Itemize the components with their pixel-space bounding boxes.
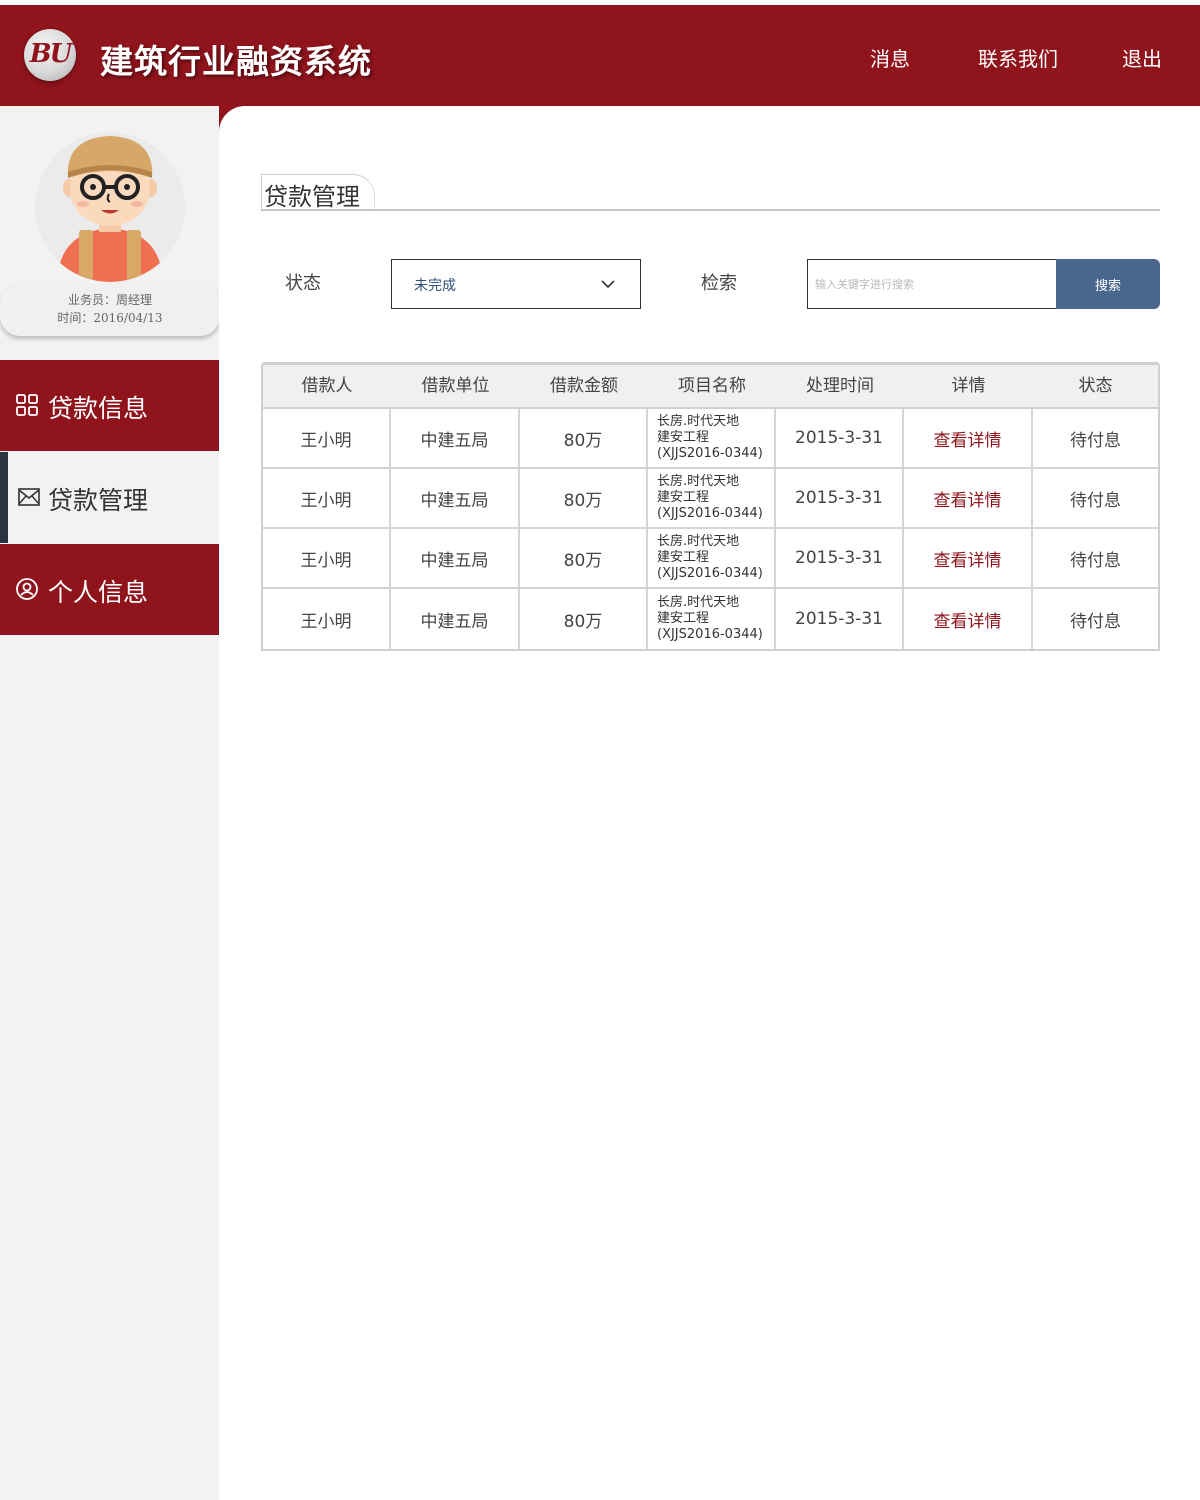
borrower-cell: 王小明 [263,409,391,467]
loan-table: 借款人 借款单位 借款金额 项目名称 处理时间 详情 状态 王小明 中建五局 8… [261,362,1160,651]
amount-cell: 80万 [520,409,648,467]
column-header: 处理时间 [806,376,874,396]
logo: BU [24,29,76,81]
project-cell: 长房.时代天地 建安工程 (XJJS2016-0344) [648,469,776,527]
unit-cell: 中建五局 [391,589,520,649]
status-select[interactable]: 未完成 [391,259,641,309]
project-name-line: 建安工程 [657,550,710,565]
project-code: (XJJS2016-0344) [657,627,763,642]
amount-cell: 80万 [520,529,648,587]
status-filter-label: 状态 [285,273,321,294]
column-header: 项目名称 [678,376,746,396]
page-title-bar: 贷款管理 [261,174,1160,211]
detail-cell: 查看详情 [904,409,1033,467]
project-cell: 长房.时代天地 建安工程 (XJJS2016-0344) [648,529,776,587]
user-info-card: 业务员：周经理 时间：2016/04/13 [0,284,220,336]
column-header: 借款人 [301,376,353,396]
sidebar-item-loan-info[interactable]: 贷款信息 [0,360,219,451]
app-title: 建筑行业融资系统 [100,42,372,81]
amount-cell: 80万 [520,589,648,649]
table-row: 王小明 中建五局 80万 长房.时代天地 建安工程 (XJJS2016-0344… [263,529,1158,589]
view-detail-link[interactable]: 查看详情 [934,486,1002,511]
project-name-line: 建安工程 [657,430,710,445]
detail-cell: 查看详情 [904,589,1033,649]
project-name-line: 长房.时代天地 [657,474,740,489]
grid-icon [16,394,38,416]
detail-cell: 查看详情 [904,469,1033,527]
project-code: (XJJS2016-0344) [657,506,763,521]
column-header: 借款金额 [550,376,618,396]
project-cell: 长房.时代天地 建安工程 (XJJS2016-0344) [648,409,776,467]
time-cell: 2015-3-31 [776,409,904,467]
time-cell: 2015-3-31 [776,589,904,649]
date-label: 时间：2016/04/13 [57,311,163,325]
project-code: (XJJS2016-0344) [657,566,763,581]
sidebar-item-label: 贷款信息 [48,394,149,423]
sidebar-item-loan-management[interactable]: 贷款管理 [0,452,219,543]
project-cell: 长房.时代天地 建安工程 (XJJS2016-0344) [648,589,776,649]
status-select-value: 未完成 [414,278,456,294]
unit-cell: 中建五局 [391,529,520,587]
search-label: 检索 [701,273,737,294]
status-cell: 待付息 [1070,490,1121,511]
status-cell: 待付息 [1070,550,1121,571]
table-row: 王小明 中建五局 80万 长房.时代天地 建安工程 (XJJS2016-0344… [263,469,1158,529]
salesperson-label: 业务员：周经理 [67,293,152,307]
project-name-line: 长房.时代天地 [657,414,740,429]
page-title: 贷款管理 [261,174,375,211]
chevron-down-icon [601,280,615,289]
view-detail-link[interactable]: 查看详情 [934,546,1002,571]
nav-messages-link[interactable]: 消息 [870,43,910,72]
avatar-illustration [57,136,163,282]
detail-cell: 查看详情 [904,529,1033,587]
amount-cell: 80万 [520,469,648,527]
user-icon [16,578,38,600]
project-code: (XJJS2016-0344) [657,446,763,461]
nav-contact-link[interactable]: 联系我们 [978,43,1058,72]
column-header: 状态 [1078,376,1113,396]
column-header: 借款单位 [421,376,490,396]
status-cell: 待付息 [1070,430,1121,451]
unit-cell: 中建五局 [391,469,520,527]
status-cell: 待付息 [1070,611,1121,632]
time-cell: 2015-3-31 [776,469,904,527]
borrower-cell: 王小明 [263,529,391,587]
project-name-line: 长房.时代天地 [657,534,740,549]
unit-cell: 中建五局 [391,409,520,467]
view-detail-link[interactable]: 查看详情 [934,607,1002,632]
main-content: 贷款管理 状态 未完成 检索 搜索 借款人 借款单位 借款金额 项目名称 处理时… [219,106,1200,1500]
view-detail-link[interactable]: 查看详情 [934,426,1002,451]
table-row: 王小明 中建五局 80万 长房.时代天地 建安工程 (XJJS2016-0344… [263,589,1158,649]
search-button[interactable]: 搜索 [1056,259,1160,309]
sidebar-item-label: 个人信息 [48,578,149,607]
avatar [35,132,185,282]
borrower-cell: 王小明 [263,469,391,527]
project-name-line: 建安工程 [657,490,710,505]
sidebar-item-label: 贷款管理 [48,486,149,515]
borrower-cell: 王小明 [263,589,391,649]
search-input[interactable] [807,259,1057,309]
table-row: 王小明 中建五局 80万 长房.时代天地 建安工程 (XJJS2016-0344… [263,409,1158,469]
project-name-line: 长房.时代天地 [657,595,740,610]
mail-icon [18,488,40,506]
column-header: 详情 [951,376,986,396]
logo-text: BU [29,39,73,69]
sidebar: 业务员：周经理 时间：2016/04/13 贷款信息 贷款管理 个人信息 [0,106,220,1500]
top-header: BU 建筑行业融资系统 消息 联系我们 退出 [0,5,1200,106]
table-header: 借款人 借款单位 借款金额 项目名称 处理时间 详情 状态 [263,365,1158,409]
nav-logout-link[interactable]: 退出 [1122,43,1162,72]
sidebar-item-personal-info[interactable]: 个人信息 [0,544,219,635]
time-cell: 2015-3-31 [776,529,904,587]
project-name-line: 建安工程 [657,611,710,626]
